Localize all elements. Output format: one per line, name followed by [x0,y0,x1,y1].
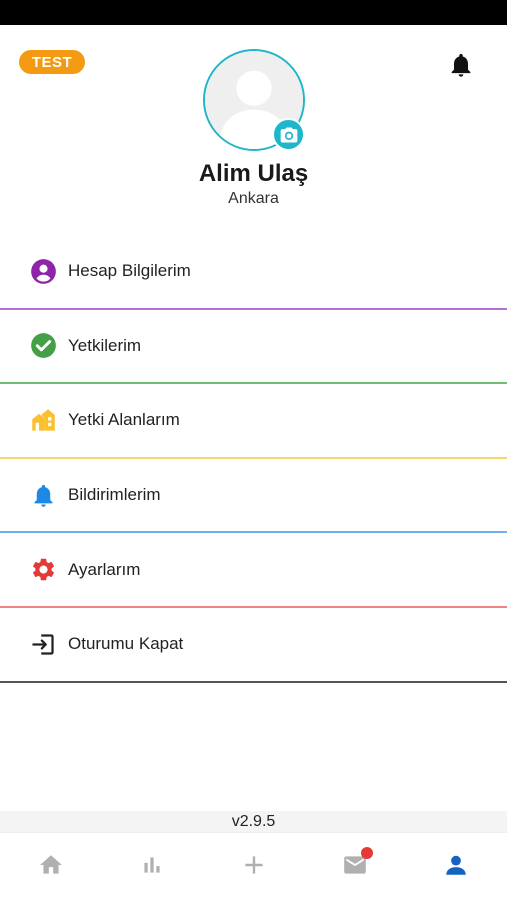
menu-item-label: Bildirimlerim [68,485,161,505]
menu-item-label: Hesap Bilgilerim [68,261,191,281]
account-circle-icon [30,258,57,285]
menu-item-authority-areas[interactable]: Yetki Alanlarım [0,384,507,459]
environment-badge: TEST [19,50,85,74]
menu-item-settings[interactable]: Ayarlarım [0,533,507,608]
menu-item-permissions[interactable]: Yetkilerim [0,310,507,385]
bell-icon [30,482,57,509]
menu-item-label: Ayarlarım [68,559,141,579]
camera-icon [280,127,297,142]
plus-icon [244,856,263,874]
notification-dot [361,847,374,859]
nav-home[interactable] [0,833,101,900]
chart-icon [144,857,160,873]
profile-menu: Hesap Bilgilerim Yetkilerim Yetki Alanla… [0,235,507,683]
menu-item-label: Yetki Alanlarım [68,410,180,430]
menu-item-label: Yetkilerim [68,335,142,355]
status-bar [0,0,507,25]
profile-city: Ankara [228,190,279,207]
profile-name: Alim Ulaş [198,160,309,187]
check-circle-icon [30,332,57,359]
profile-icon [446,855,467,875]
app-version: v2.9.5 [0,811,507,832]
home-icon [39,855,62,874]
menu-item-account-info[interactable]: Hesap Bilgilerim [0,235,507,310]
menu-item-logout[interactable]: Oturumu Kapat [0,608,507,683]
menu-item-label: Oturumu Kapat [68,634,184,654]
nav-add[interactable] [203,833,304,900]
menu-item-notifications[interactable]: Bildirimlerim [0,459,507,534]
notifications-bell-icon[interactable] [447,50,475,80]
bottom-navigation [0,832,507,900]
gear-icon [30,556,57,583]
nav-messages[interactable] [304,833,405,900]
logout-icon [30,631,57,658]
change-photo-button[interactable] [272,118,305,151]
nav-stats[interactable] [101,833,202,900]
houses-icon [30,407,57,434]
nav-profile[interactable] [406,833,507,900]
